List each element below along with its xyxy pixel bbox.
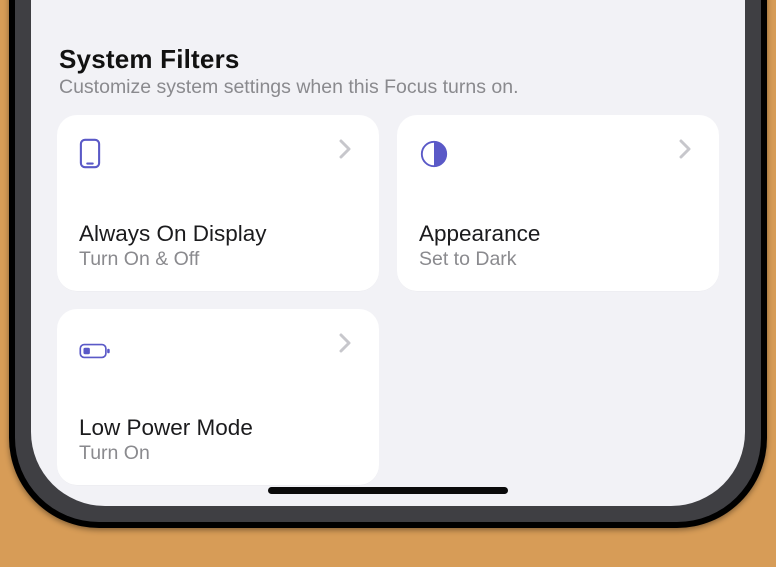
chevron-right-icon — [339, 139, 357, 157]
phone-icon — [79, 137, 111, 169]
card-title: Appearance — [419, 221, 697, 247]
card-subtitle: Turn On — [79, 442, 357, 465]
stage: System Filters Customize system settings… — [0, 0, 776, 567]
card-title: Low Power Mode — [79, 415, 357, 441]
home-indicator[interactable] — [268, 487, 508, 494]
section-subtitle: Customize system settings when this Focu… — [59, 76, 719, 99]
system-filters-section: System Filters Customize system settings… — [57, 44, 719, 485]
screen-content: System Filters Customize system settings… — [31, 0, 745, 506]
card-subtitle: Turn On & Off — [79, 248, 357, 271]
section-title: System Filters — [59, 44, 719, 75]
chevron-right-icon — [339, 333, 357, 351]
battery-icon — [79, 331, 111, 363]
card-title: Always On Display — [79, 221, 357, 247]
filter-card-low-power-mode[interactable]: Low Power Mode Turn On — [57, 309, 379, 485]
device-screen: System Filters Customize system settings… — [31, 0, 745, 506]
filter-card-appearance[interactable]: Appearance Set to Dark — [397, 115, 719, 291]
filter-card-always-on-display[interactable]: Always On Display Turn On & Off — [57, 115, 379, 291]
card-subtitle: Set to Dark — [419, 248, 697, 271]
device-frame: System Filters Customize system settings… — [9, 0, 767, 528]
filter-grid: Always On Display Turn On & Off — [57, 115, 719, 485]
half-circle-icon — [419, 137, 451, 169]
chevron-right-icon — [679, 139, 697, 157]
device-bezel: System Filters Customize system settings… — [15, 0, 761, 522]
